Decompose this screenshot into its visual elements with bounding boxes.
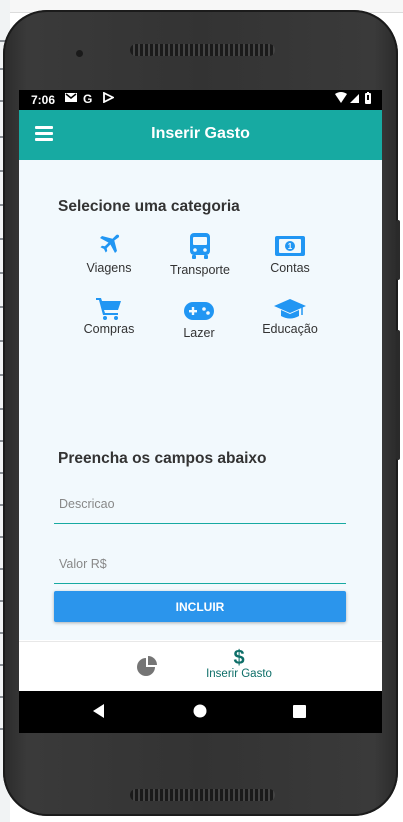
home-icon[interactable] (193, 704, 207, 723)
mail-icon (65, 92, 77, 106)
category-transporte[interactable]: Transporte (160, 232, 240, 277)
signal-icon (350, 94, 359, 103)
value-field[interactable] (54, 545, 346, 584)
nav-label-inserir-gasto: Inserir Gasto (206, 668, 272, 680)
nav-item-inserir-gasto[interactable]: $ Inserir Gasto (191, 648, 287, 680)
category-compras[interactable]: Compras (69, 298, 149, 336)
app-bar-title: Inserir Gasto (151, 125, 250, 142)
battery-icon (365, 92, 371, 104)
status-time: 7:06 (31, 93, 56, 107)
description-input[interactable] (54, 485, 346, 523)
bottom-navigation: $ Inserir Gasto (19, 641, 382, 692)
app-bar: Inserir Gasto (19, 110, 382, 160)
category-label: Lazer (183, 326, 215, 340)
system-navigation-bar (19, 691, 382, 733)
dollar-icon: $ (233, 647, 245, 669)
description-field[interactable] (54, 485, 346, 524)
category-contas[interactable]: 1 Contas (250, 236, 330, 275)
category-label: Contas (270, 261, 310, 275)
top-speaker (130, 44, 275, 56)
category-label: Transporte (170, 263, 230, 277)
volume-button[interactable] (396, 220, 400, 280)
back-icon[interactable] (92, 703, 106, 724)
status-bar: 7:06 G (19, 90, 382, 110)
play-icon (103, 91, 116, 106)
front-camera (76, 50, 83, 57)
category-label: Viagens (86, 261, 132, 275)
category-viagens[interactable]: Viagens (69, 234, 149, 275)
category-educacao[interactable]: Educação (250, 298, 330, 336)
category-label: Compras (83, 322, 135, 336)
gamepad-icon (184, 302, 214, 320)
pie-chart-icon (137, 656, 157, 676)
category-label: Educação (262, 322, 318, 336)
power-button[interactable] (396, 330, 400, 460)
incluir-button[interactable]: INCLUIR (54, 591, 346, 622)
nav-item-chart[interactable] (135, 656, 159, 683)
airplane-icon (100, 234, 120, 253)
status-right-icons (334, 92, 374, 108)
phone-screen: 7:06 G Inserir Gasto Selecione uma categ… (19, 90, 382, 733)
value-input[interactable] (54, 545, 346, 583)
money-bill-icon: 1 (275, 236, 305, 256)
form-section-title: Preencha os campos abaixo (58, 450, 267, 467)
svg-text:1: 1 (288, 242, 293, 251)
wifi-icon (335, 92, 347, 103)
shopping-cart-icon (96, 298, 121, 320)
recents-icon[interactable] (293, 705, 306, 723)
graduation-cap-icon (274, 299, 306, 319)
bottom-speaker (130, 789, 275, 801)
category-lazer[interactable]: Lazer (159, 302, 239, 340)
bus-icon (190, 233, 210, 259)
google-icon: G (83, 92, 93, 106)
category-section-title: Selecione uma categoria (58, 198, 240, 215)
